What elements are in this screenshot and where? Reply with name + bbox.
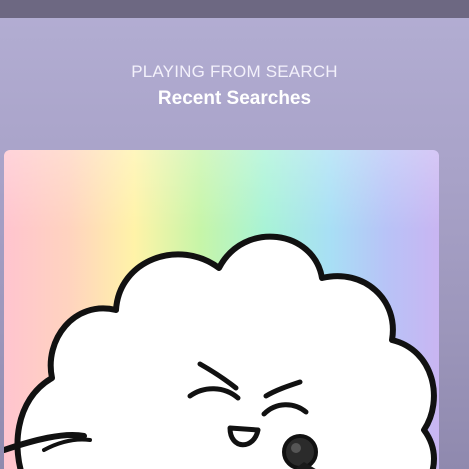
top-bar	[0, 0, 469, 18]
now-playing-screen: PLAYING FROM SEARCH Recent Searches	[0, 0, 469, 469]
playlist-title[interactable]: Recent Searches	[0, 84, 469, 114]
album-artwork	[4, 150, 439, 469]
playing-context-header[interactable]: PLAYING FROM SEARCH Recent Searches	[0, 60, 469, 114]
cloud-character-artwork-icon	[4, 150, 439, 469]
playing-from-label: PLAYING FROM SEARCH	[131, 62, 338, 81]
